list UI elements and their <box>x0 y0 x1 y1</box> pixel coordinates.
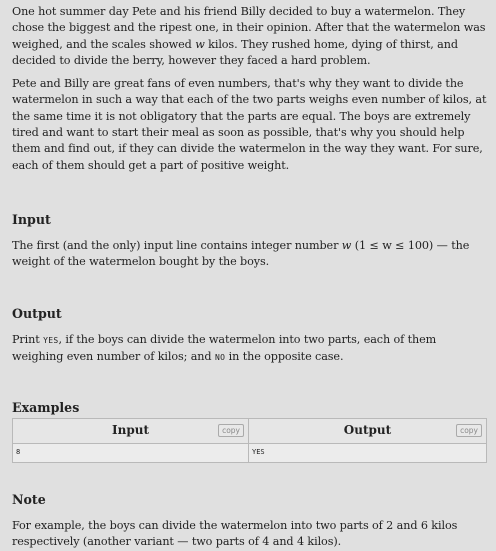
output-text-mid: , if the boys can divide the watermelon … <box>12 332 437 363</box>
input-text-start: The first (and the only) input line cont… <box>12 238 339 252</box>
no-token: NO <box>214 352 226 362</box>
statement-paragraph-2: Pete and Billy are great fans of even nu… <box>12 77 487 172</box>
problem-statement: One hot summer day Pete and his friend B… <box>0 0 496 551</box>
input-range: (1 ≤ w ≤ 100) <box>354 238 434 252</box>
examples-table: Input copy Output copy 8 YES <box>12 418 487 464</box>
weight-variable: w <box>195 37 205 51</box>
copy-output-button[interactable]: copy <box>456 424 482 438</box>
yes-token: YES <box>43 335 59 345</box>
output-specification: Print YES, if the boys can divide the wa… <box>12 332 488 367</box>
example-input-header: Input copy <box>13 419 249 445</box>
example-output-header: Output copy <box>249 419 486 445</box>
example-input-value: 8 <box>13 444 249 463</box>
example-input-header-label: Input <box>112 423 149 438</box>
input-specification: The first (and the only) input line cont… <box>12 238 488 271</box>
output-text-end: in the opposite case. <box>228 349 344 363</box>
input-variable: w <box>341 238 352 252</box>
input-title: Input <box>12 211 51 227</box>
example-output-value: YES <box>249 444 486 463</box>
copy-input-button[interactable]: copy <box>218 424 244 438</box>
examples-title: Examples <box>12 400 80 416</box>
output-title: Output <box>12 305 62 321</box>
note-text: For example, the boys can divide the wat… <box>12 519 458 549</box>
note-title: Note <box>12 492 46 508</box>
output-text-start: Print <box>12 332 40 346</box>
example-output-header-label: Output <box>343 423 392 438</box>
statement-paragraph-1: One hot summer day Pete and his friend B… <box>12 4 488 69</box>
